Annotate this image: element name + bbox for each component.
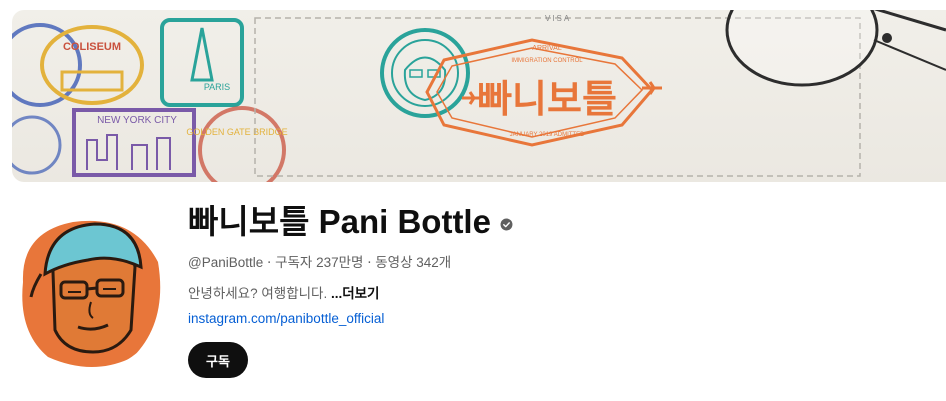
channel-external-link[interactable]: instagram.com/panibottle_official — [188, 311, 384, 326]
stamp-arrival-text: ARRIVAL — [532, 45, 562, 52]
stamp-date-text: JANUARY 2019 ADMITTED — [510, 132, 585, 138]
subscriber-count: 구독자 237만명 — [275, 255, 364, 270]
verified-check-icon — [500, 218, 513, 230]
avatar-illustration — [13, 215, 165, 367]
more-link[interactable]: ...더보기 — [331, 286, 380, 301]
channel-description[interactable]: 안녕하세요? 여행합니다. ...더보기 — [188, 282, 379, 302]
channel-meta: @PaniBottle ‧ 구독자 237만명 ‧ 동영상 342개 — [188, 251, 451, 271]
channel-banner: COLISEUM PARIS NEW YORK CITY GOLDEN GATE… — [12, 10, 946, 182]
stamp-gg-text: GOLDEN GATE BRIDGE — [186, 127, 287, 137]
banner-artwork: COLISEUM PARIS NEW YORK CITY GOLDEN GATE… — [12, 10, 946, 182]
subscribe-button[interactable]: 구독 — [188, 342, 248, 378]
channel-handle: @PaniBottle — [188, 255, 264, 270]
channel-name: 빠니보틀 Pani Bottle — [188, 203, 491, 240]
stamp-coliseum-text: COLISEUM — [63, 41, 121, 53]
video-count: 동영상 342개 — [375, 255, 452, 270]
channel-title: 빠니보틀 Pani Bottle — [188, 200, 513, 244]
glasses-graphic — [725, 10, 946, 87]
visa-label: VISA — [545, 14, 572, 23]
stamp-name-text: 빠니보틀 — [477, 77, 617, 121]
channel-avatar[interactable] — [13, 212, 166, 370]
meta-separator: ‧ — [267, 255, 276, 270]
stamp-ny-text: NEW YORK CITY — [97, 115, 177, 126]
stamp-immigration-text: IMMIGRATION CONTROL — [511, 58, 583, 64]
stamp-paris-text: PARIS — [204, 82, 230, 92]
description-text: 안녕하세요? 여행합니다. — [188, 286, 331, 301]
